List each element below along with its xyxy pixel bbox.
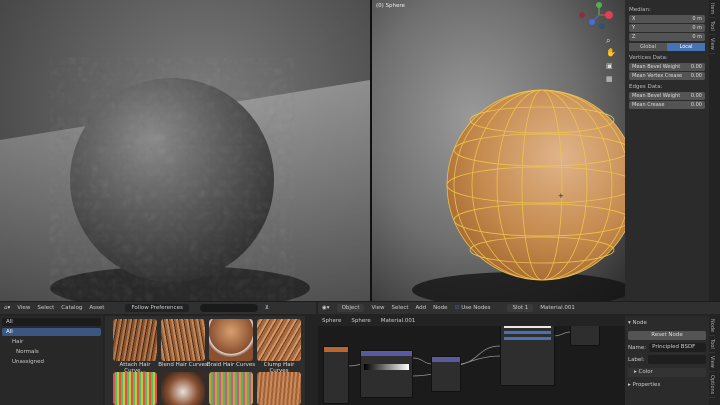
asset-label-braid: Braid Hair Curves	[206, 362, 256, 368]
menu-select[interactable]: Select	[37, 305, 54, 311]
asset-thumb-8[interactable]	[257, 372, 301, 405]
filter-icon[interactable]: ⊻	[265, 305, 269, 311]
node-properties-panel: ▾ Node Reset Node Name: Principled BSDF …	[625, 316, 709, 405]
edit-mode-sphere-scene	[412, 89, 625, 301]
texture-coordinate-node[interactable]	[323, 346, 349, 404]
global-toggle[interactable]: Global	[629, 43, 667, 51]
pan-hand-icon[interactable]: ✋	[606, 48, 616, 57]
asset-browser-header: ⌂▾ View Select Catalog Asset Follow Pref…	[0, 302, 316, 314]
library-dropdown[interactable]: Follow Preferences	[125, 304, 189, 312]
node-menu-add[interactable]: Add	[416, 305, 427, 311]
mode-dropdown[interactable]: Object	[336, 304, 365, 312]
asset-thumb-5[interactable]	[113, 372, 157, 405]
ptab-tool[interactable]: Tool	[709, 336, 715, 353]
catalog-item-all[interactable]: All	[2, 328, 101, 336]
node-section-header[interactable]: ▾ Node	[628, 319, 706, 328]
node-menu-select[interactable]: Select	[392, 305, 409, 311]
vertex-bevel-weight-field[interactable]: Mean Bevel Weight 0.00	[629, 63, 705, 71]
bump-node[interactable]	[431, 356, 461, 392]
viewport-right[interactable]: (0) Sphere ⌕ ✋ ▣ ▦ +	[372, 0, 625, 301]
breadcrumb-material[interactable]: Material.001	[381, 318, 416, 324]
breadcrumb-mesh[interactable]: Sphere	[351, 318, 370, 324]
menu-asset[interactable]: Asset	[89, 305, 104, 311]
reset-node-button[interactable]: Reset Node	[628, 331, 706, 340]
name-label: Name:	[628, 344, 647, 351]
camera-icon[interactable]: ▣	[606, 62, 613, 70]
navigation-gizmo[interactable]	[572, 2, 622, 32]
tab-tool[interactable]: Tool	[709, 18, 715, 36]
viewport-title: (0) Sphere	[376, 3, 405, 9]
breadcrumb-object[interactable]: Sphere	[322, 318, 341, 324]
ptab-options[interactable]: Options	[709, 372, 715, 398]
3d-cursor-icon: +	[558, 192, 564, 200]
principled-bsdf-node[interactable]	[500, 326, 555, 386]
properties-section[interactable]: ▸ Properties	[628, 381, 706, 390]
edges-data-label: Edges Data:	[629, 84, 663, 90]
catalog-filter-dropdown[interactable]: All	[2, 318, 101, 326]
node-menu-view[interactable]: View	[371, 305, 384, 311]
vertices-data-label: Vertices Data:	[629, 55, 668, 61]
asset-label-blend: Blend Hair Curves	[158, 362, 208, 368]
tab-view[interactable]: View	[709, 35, 715, 54]
edge-bevel-weight-field[interactable]: Mean Bevel Weight 0.00	[629, 92, 705, 100]
node-menu-node[interactable]: Node	[433, 305, 447, 311]
tab-item[interactable]: Item	[709, 0, 715, 19]
menu-view[interactable]: View	[17, 305, 30, 311]
catalog-item-unassigned[interactable]: Unassigned	[2, 358, 101, 366]
slot-dropdown[interactable]: Slot 1	[507, 304, 534, 312]
ptab-view[interactable]: View	[709, 353, 715, 372]
noise-texture-node[interactable]	[360, 350, 413, 398]
local-toggle[interactable]: Local	[667, 43, 705, 51]
catalog-item-hair[interactable]: Hair	[2, 338, 101, 346]
material-dropdown[interactable]: Material.001	[540, 305, 575, 311]
median-z-field[interactable]: Z0 m	[629, 33, 705, 41]
vertex-crease-field[interactable]: Mean Vertex Crease 0.00	[629, 72, 705, 80]
asset-thumb-braid[interactable]	[209, 319, 253, 361]
editor-type-icon[interactable]: ⌂▾	[4, 305, 10, 311]
asset-thumb-clump[interactable]	[257, 319, 301, 361]
properties-tabs: Node Tool View Options	[709, 316, 720, 405]
rendered-sphere-scene	[0, 78, 370, 301]
median-label: Median:	[629, 7, 651, 13]
breadcrumb: Sphere Sphere Material.001	[322, 318, 415, 324]
color-section[interactable]: ▸ Color	[628, 368, 706, 377]
use-nodes-checkbox[interactable]: ☑ Use Nodes	[455, 305, 491, 311]
material-output-node[interactable]	[570, 326, 600, 346]
catalog-sidebar: All All Hair Normals Unassigned	[0, 316, 103, 405]
menu-catalog[interactable]: Catalog	[61, 305, 82, 311]
sidebar-n-panel: Median: X0 m Y0 m Z0 m Global Local Vert…	[625, 0, 709, 301]
node-editor-header: ◉▾ Object View Select Add Node ☑ Use Nod…	[318, 302, 720, 314]
sidebar-tabs: Item Tool View	[709, 0, 720, 301]
asset-thumb-7[interactable]	[209, 372, 253, 405]
asset-thumb-attach[interactable]	[113, 319, 157, 361]
ptab-node[interactable]: Node	[709, 316, 715, 337]
edge-crease-field[interactable]: Mean Crease 0.00	[629, 101, 705, 109]
label-label: Label:	[628, 356, 645, 363]
node-label-field[interactable]	[647, 355, 706, 364]
asset-grid: Attach Hair Curve... Blend Hair Curves B…	[105, 316, 305, 405]
median-x-field[interactable]: X0 m	[629, 15, 705, 23]
median-y-field[interactable]: Y0 m	[629, 24, 705, 32]
asset-search-input[interactable]	[199, 304, 258, 312]
node-editor-canvas[interactable]	[318, 326, 625, 405]
editor-type-icon-2[interactable]: ◉▾	[322, 305, 330, 311]
zoom-icon[interactable]: ⌕	[606, 36, 610, 46]
node-name-field[interactable]: Principled BSDF	[649, 343, 706, 352]
asset-thumb-6[interactable]	[161, 372, 205, 405]
asset-thumb-blend[interactable]	[161, 319, 205, 361]
catalog-item-normals[interactable]: Normals	[2, 348, 101, 356]
viewport-left[interactable]	[0, 0, 370, 301]
grid-icon[interactable]: ▦	[606, 75, 613, 83]
